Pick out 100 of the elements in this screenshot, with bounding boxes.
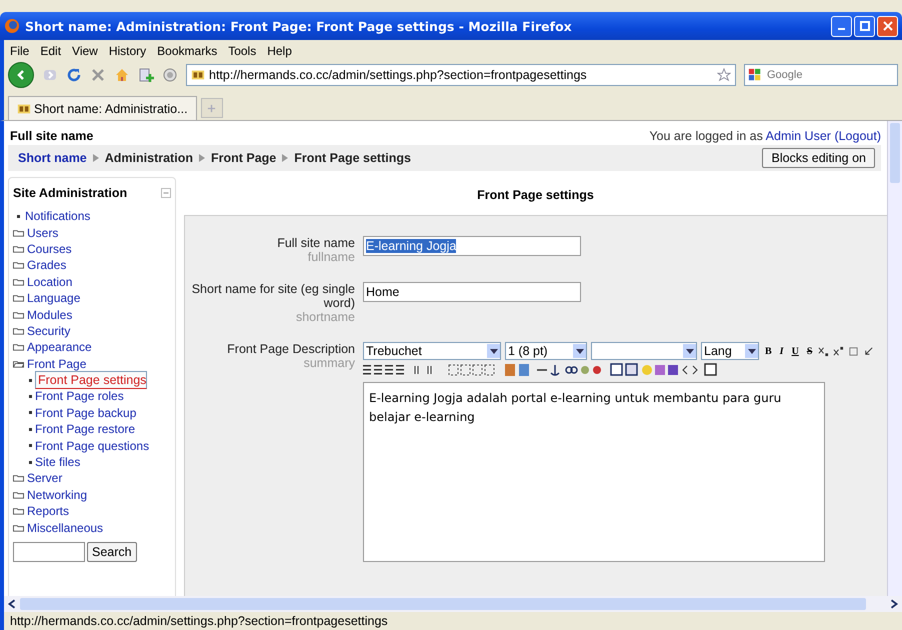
description-editor[interactable]: E-learning Jogja adalah portal e-learning untuk membantu para guru belajar e-learning [363, 382, 825, 562]
menu-item[interactable]: View [72, 44, 98, 58]
field-hint: fullname [308, 250, 355, 264]
text-field[interactable]: Home [363, 282, 581, 302]
sidebar-link[interactable]: Site files [35, 455, 80, 470]
folder-icon [13, 310, 24, 319]
sidebar-link[interactable]: Security [27, 324, 70, 338]
block-title: Site Administration [13, 186, 128, 200]
horizontal-scrollbar[interactable] [0, 596, 902, 612]
bullet-icon [29, 428, 32, 431]
font-dropdown[interactable]: Trebuchet [363, 342, 501, 360]
sidebar-link[interactable]: Language [27, 291, 80, 306]
format-button[interactable]: B [763, 346, 774, 356]
folder-icon [13, 326, 24, 335]
style-dropdown[interactable] [591, 342, 697, 360]
subscript-icon[interactable] [818, 346, 830, 356]
browser-tab[interactable]: Short name: Administratio... [8, 96, 197, 120]
superscript-icon[interactable] [833, 346, 844, 356]
menu-item[interactable]: File [10, 44, 30, 58]
search-button[interactable]: Search [87, 542, 137, 562]
breadcrumb-arrow-icon [198, 154, 206, 162]
bullet-icon [29, 411, 32, 414]
login-info: You are logged in as Admin User (Logout) [649, 129, 881, 143]
sidebar-link[interactable]: Location [27, 274, 72, 289]
folder-icon [13, 278, 24, 286]
window-title: Short name: Administration: Front Page: Front Page settings - Mozilla Firefox [25, 18, 573, 34]
browser-logo-icon [4, 18, 20, 34]
format-button[interactable]: S [804, 346, 814, 356]
search-engine-icon[interactable] [748, 68, 762, 82]
menu-item[interactable]: Help [267, 44, 292, 58]
globe-icon[interactable] [162, 67, 178, 83]
sidebar-link[interactable]: Server [27, 471, 62, 486]
clean-icon[interactable] [848, 346, 860, 356]
sidebar-link[interactable]: Reports [27, 504, 70, 518]
field-label: Full site name [277, 236, 355, 250]
dropdown-arrow-icon [490, 348, 498, 354]
folder-icon [13, 261, 24, 270]
add-page-icon[interactable] [138, 67, 154, 83]
tab-label: Short name: Administratio... [34, 102, 188, 116]
undo-icon[interactable] [863, 346, 874, 356]
sidebar-link[interactable]: Front Page questions [35, 438, 150, 453]
scroll-right-icon[interactable] [889, 599, 899, 609]
sidebar-link[interactable]: Networking [27, 488, 88, 502]
size-dropdown[interactable]: 1 (8 pt) [505, 342, 587, 360]
address-bar[interactable]: http://hermands.co.cc/admin/settings.php?section=frontpagesettings [186, 64, 736, 86]
site-icon [17, 102, 31, 116]
star-icon[interactable] [717, 68, 731, 82]
search-input[interactable] [13, 542, 85, 562]
bullet-icon [29, 460, 32, 464]
reload-icon[interactable] [66, 67, 82, 83]
breadcrumb-link[interactable]: Administration [104, 151, 193, 165]
logout-link[interactable]: (Logout) [834, 129, 881, 143]
menu-item[interactable]: Edit [40, 44, 62, 58]
close-button[interactable] [877, 16, 898, 36]
bullet-icon [29, 394, 32, 398]
menu-item[interactable]: History [108, 44, 146, 58]
folder-icon [13, 507, 24, 516]
home-icon[interactable] [114, 67, 130, 83]
sidebar-link[interactable]: Front Page backup [35, 406, 136, 420]
blocks-editing-button[interactable]: Blocks editing on [762, 148, 875, 168]
sidebar-link[interactable]: Grades [27, 258, 66, 272]
breadcrumb-arrow-icon [281, 154, 290, 162]
vertical-scrollbar[interactable] [887, 121, 902, 596]
breadcrumb-link[interactable]: Front Page settings [294, 151, 411, 165]
site-name: Full site name [10, 129, 94, 143]
sidebar-link[interactable]: Appearance [27, 340, 92, 354]
sidebar-link[interactable]: Front Page settings [35, 371, 148, 390]
sidebar-link[interactable]: Users [27, 226, 58, 240]
site-icon [191, 68, 205, 82]
minimize-icon [838, 28, 845, 30]
stop-icon[interactable] [90, 67, 106, 83]
breadcrumb-link[interactable]: Short name [18, 151, 87, 165]
field-hint: summary [304, 356, 355, 370]
maximize-button[interactable] [854, 16, 875, 36]
menu-item[interactable]: Tools [228, 44, 256, 58]
breadcrumb-link[interactable]: Front Page [210, 151, 276, 165]
search-box[interactable]: Google [744, 64, 898, 86]
sidebar-link[interactable]: Notifications [25, 209, 90, 224]
format-button[interactable]: I [778, 346, 786, 356]
minimize-button[interactable] [831, 16, 852, 36]
sidebar-link[interactable]: Front Page restore [35, 422, 136, 436]
sidebar-link[interactable]: Miscellaneous [27, 520, 104, 535]
folder-icon [13, 490, 24, 499]
plus-icon [207, 104, 216, 112]
sidebar-link[interactable]: Front Page roles [35, 389, 124, 404]
page-heading: Front Page settings [476, 187, 595, 204]
menu-item[interactable]: Bookmarks [157, 44, 218, 58]
text-field[interactable]: E-learning Jogja [363, 236, 581, 256]
bullet-icon [29, 378, 32, 382]
sidebar-link[interactable]: Modules [27, 308, 72, 322]
language-dropdown[interactable]: Lang [701, 342, 759, 360]
format-button[interactable]: U [790, 346, 801, 356]
user-link[interactable]: Admin User [766, 129, 831, 143]
scroll-left-icon[interactable] [7, 599, 17, 609]
back-button[interactable] [8, 62, 34, 88]
sidebar-link[interactable]: Courses [27, 242, 72, 256]
collapse-icon[interactable] [161, 188, 171, 198]
dropdown-arrow-icon [576, 348, 584, 354]
sidebar-link[interactable]: Front Page [27, 356, 86, 371]
maximize-icon [860, 21, 870, 31]
